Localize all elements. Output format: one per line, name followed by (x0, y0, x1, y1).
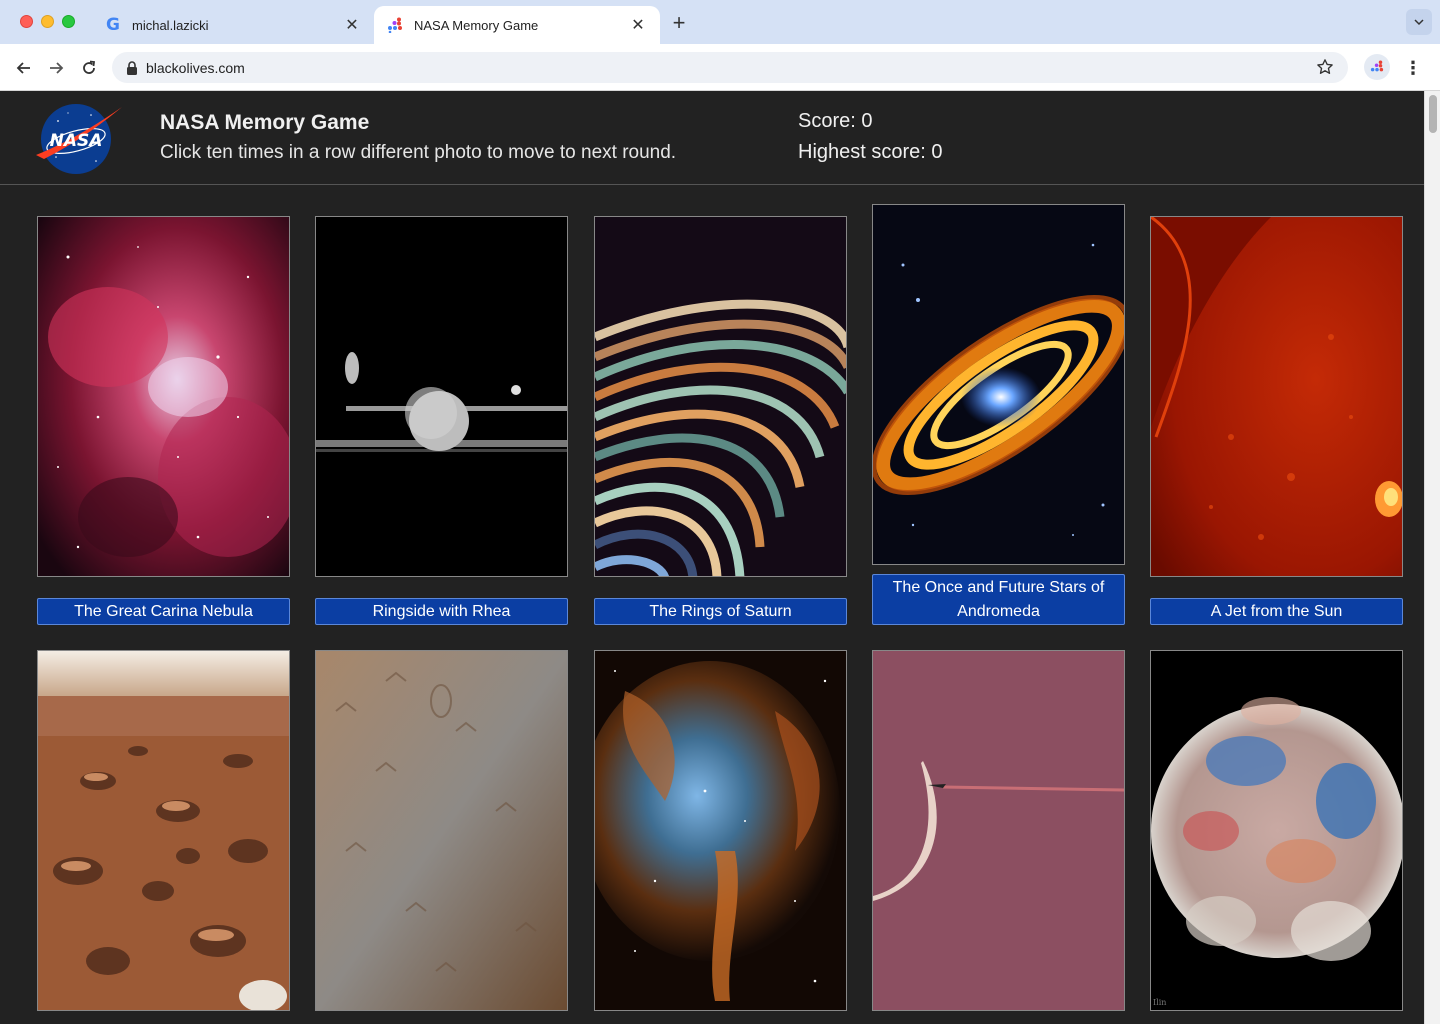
caption-button[interactable]: The Once and Future Stars of Andromeda (872, 574, 1125, 625)
lock-icon (127, 60, 137, 75)
colorful-dots-icon (386, 16, 404, 34)
extension-icon[interactable] (1364, 54, 1390, 80)
score-display: Score: 0 (798, 110, 873, 132)
close-tab-icon[interactable]: ✕ (342, 15, 362, 35)
nasa-logo: NASA (36, 104, 122, 174)
app-header: NASA NASA Memory Game Click ten times in… (0, 91, 1424, 185)
photo-card[interactable] (37, 650, 290, 1024)
carina-nebula-photo[interactable] (37, 216, 290, 577)
page-title: NASA Memory Game (160, 111, 370, 134)
close-window-button[interactable] (20, 15, 33, 28)
kebab-menu-icon[interactable]: ⋮ (1402, 56, 1424, 80)
svg-text:Ilin: Ilin (1153, 998, 1166, 1007)
forward-arrow-icon[interactable] (44, 56, 68, 80)
address-bar[interactable]: blackolives.com (112, 52, 1348, 83)
reload-icon[interactable] (77, 56, 101, 80)
caption-button[interactable]: Ringside with Rhea (315, 598, 568, 625)
star-icon[interactable] (1314, 56, 1336, 78)
tab-title: michal.lazicki (132, 17, 209, 33)
tab-strip: G michal.lazicki ✕ NASA Memory Game ✕ + (0, 0, 1440, 44)
tab-title: NASA Memory Game (414, 17, 539, 33)
sun-jet-photo[interactable] (1150, 216, 1403, 577)
back-arrow-icon[interactable] (12, 56, 36, 80)
photo-card[interactable] (872, 650, 1125, 1024)
saturn-rhea-photo[interactable] (315, 216, 568, 577)
photo-card[interactable] (594, 650, 847, 1024)
caption-button[interactable]: A Jet from the Sun (1150, 598, 1403, 625)
tab-nasa-memory-game[interactable]: NASA Memory Game ✕ (374, 6, 660, 44)
photo-card[interactable]: The Rings of Saturn (594, 216, 847, 625)
tab-michal-lazicki[interactable]: G michal.lazicki ✕ (92, 6, 374, 44)
chevron-down-icon (1414, 18, 1424, 25)
moon-plane-photo[interactable] (872, 650, 1125, 1011)
new-tab-button[interactable]: + (668, 12, 690, 34)
minimize-window-button[interactable] (41, 15, 54, 28)
url-text: blackolives.com (146, 59, 245, 76)
tab-search-button[interactable] (1406, 9, 1432, 35)
google-g-icon: G (106, 15, 120, 35)
photo-card[interactable]: Ringside with Rhea (315, 216, 568, 625)
highest-score-display: Highest score: 0 (798, 141, 943, 163)
vertical-scrollbar[interactable] (1424, 91, 1440, 1024)
page-viewport: NASA NASA Memory Game Click ten times in… (0, 91, 1440, 1024)
mars-dunes-photo[interactable] (315, 650, 568, 1011)
photo-card[interactable] (315, 650, 568, 1024)
photo-card[interactable]: The Once and Future Stars of Andromeda (872, 204, 1125, 625)
eagle-nebula-photo[interactable] (594, 650, 847, 1011)
caption-button[interactable]: The Great Carina Nebula (37, 598, 290, 625)
close-tab-icon[interactable]: ✕ (628, 15, 648, 35)
photo-card[interactable]: The Great Carina Nebula (37, 216, 290, 625)
caption-button[interactable]: The Rings of Saturn (594, 598, 847, 625)
mars-surface-photo[interactable] (37, 650, 290, 1011)
svg-text:NASA: NASA (50, 131, 103, 151)
maximize-window-button[interactable] (62, 15, 75, 28)
mineral-moon-photo[interactable]: Ilin (1150, 650, 1403, 1011)
browser-toolbar: blackolives.com ⋮ (0, 44, 1440, 91)
saturn-rings-photo[interactable] (594, 216, 847, 577)
page-subtitle: Click ten times in a row different photo… (160, 142, 677, 163)
photo-card[interactable]: A Jet from the Sun (1150, 216, 1403, 625)
andromeda-photo[interactable] (872, 204, 1125, 565)
scrollbar-thumb[interactable] (1429, 95, 1437, 133)
photo-card[interactable]: Ilin (1150, 650, 1403, 1024)
